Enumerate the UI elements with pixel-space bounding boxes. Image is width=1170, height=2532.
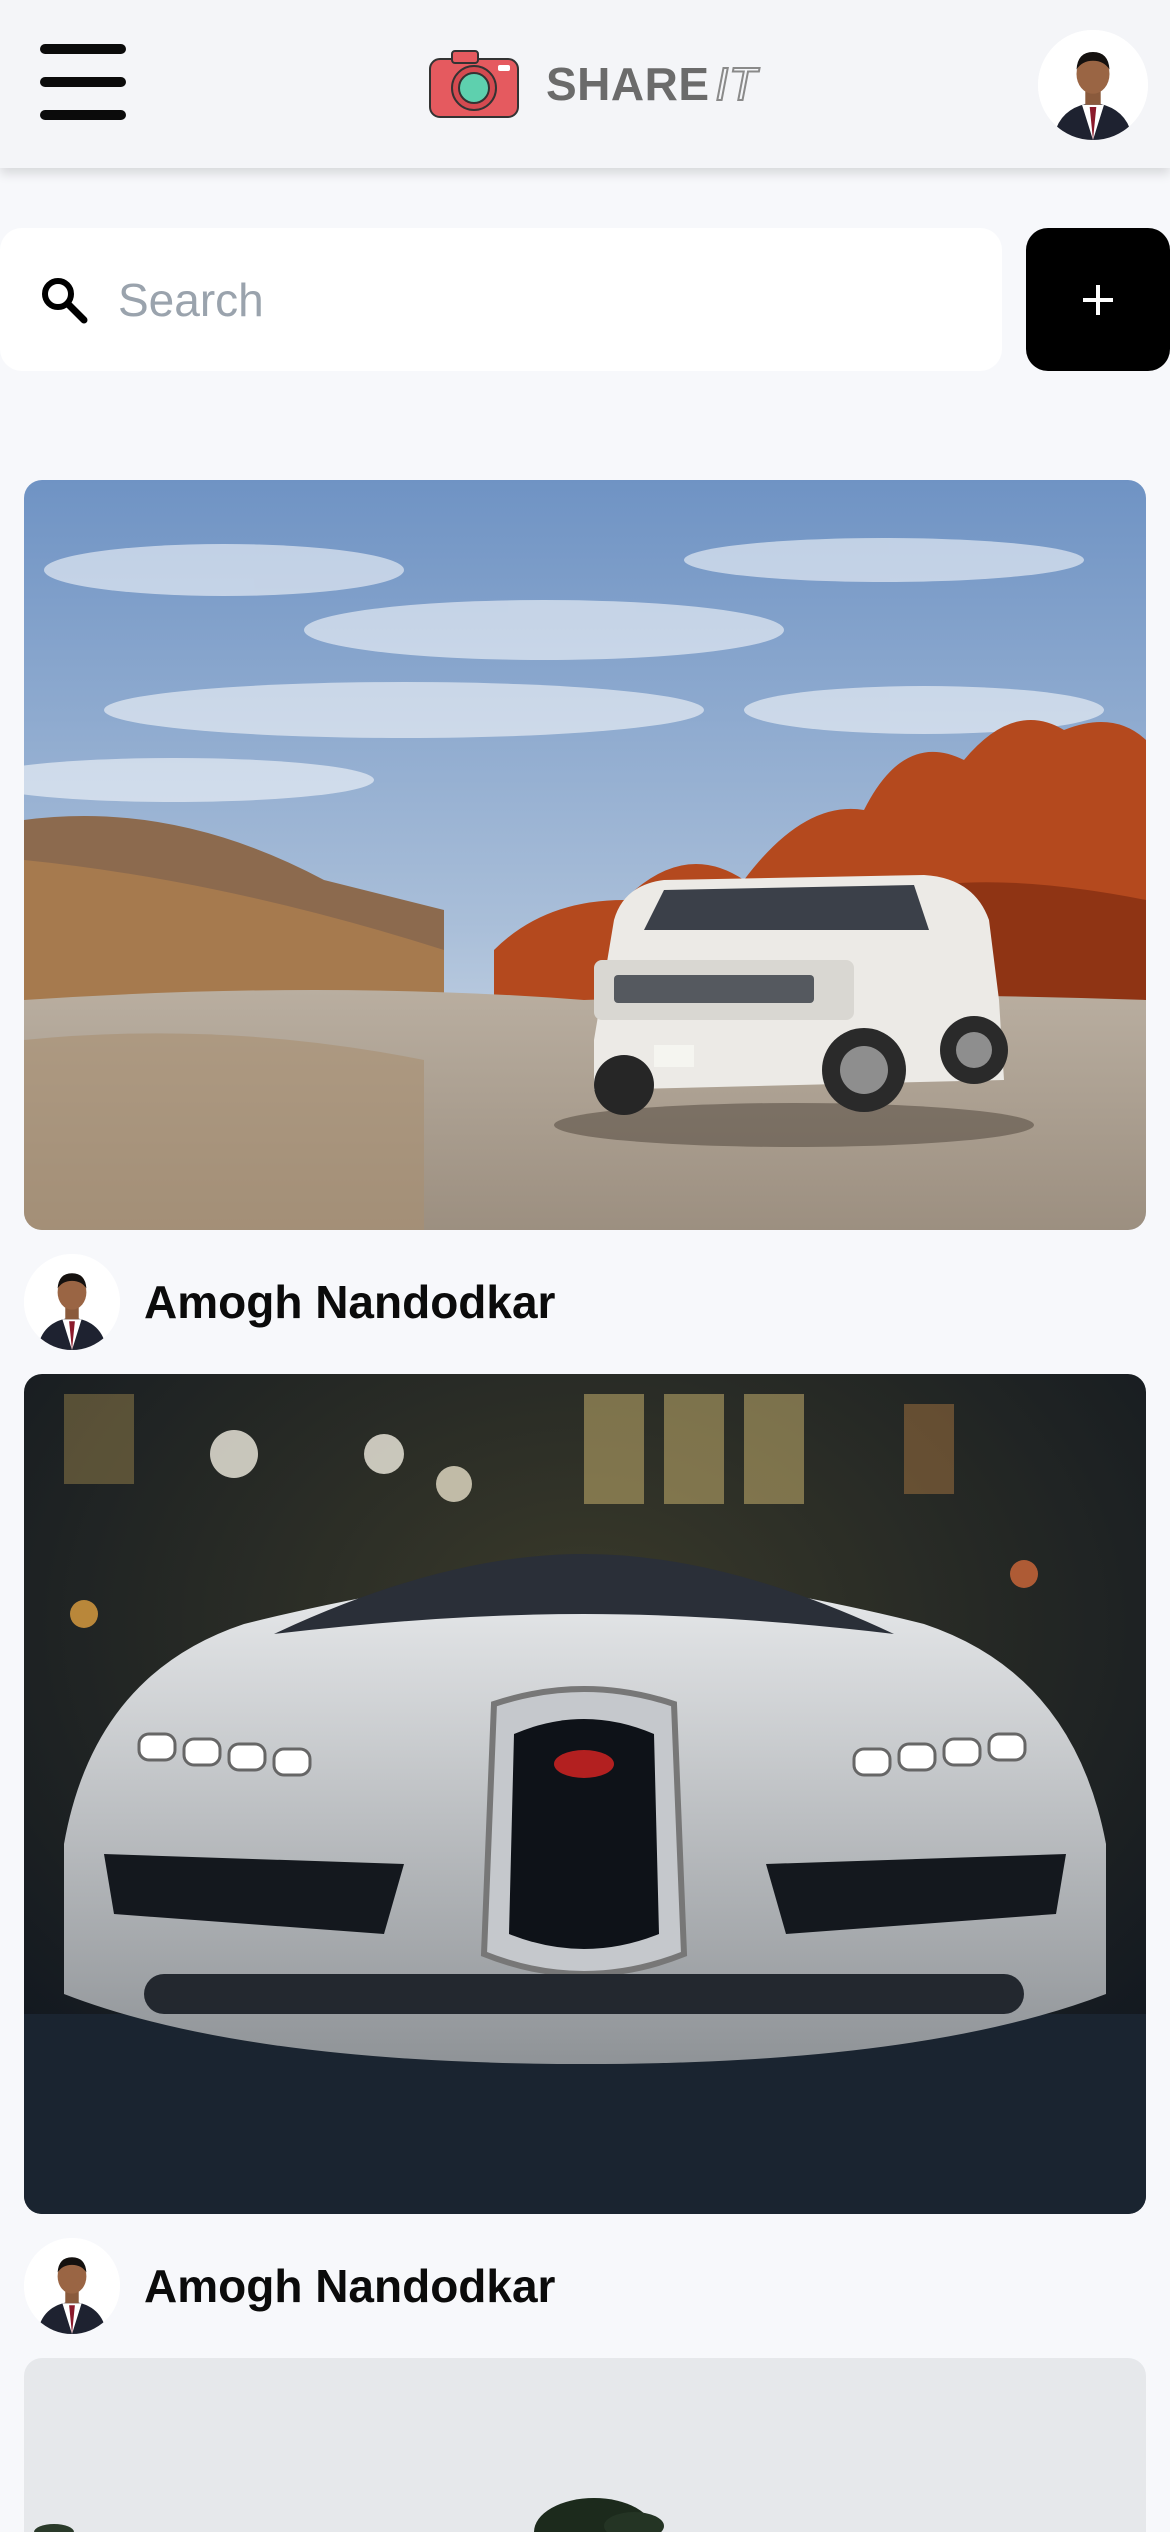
search-bar[interactable] (0, 228, 1002, 371)
post-image[interactable] (24, 1374, 1146, 2214)
logo-text-suffix: IT (715, 57, 758, 111)
author-name[interactable]: Amogh Nandodkar (144, 2259, 555, 2313)
app-logo[interactable]: SHARE IT (428, 46, 758, 122)
post-author[interactable]: Amogh Nandodkar (24, 2236, 555, 2336)
app-header: SHARE IT (0, 0, 1170, 168)
camera-icon (429, 50, 519, 118)
menu-bar (40, 44, 126, 54)
suv-desert-image (24, 480, 1146, 1230)
avatar-image (24, 2238, 120, 2334)
add-post-button[interactable] (1026, 228, 1170, 371)
avatar-image (1038, 30, 1148, 140)
avatar[interactable] (24, 2238, 120, 2334)
avatar[interactable] (24, 1254, 120, 1350)
search-icon (42, 278, 88, 324)
hamburger-menu-icon[interactable] (40, 44, 126, 120)
logo-text: SHARE IT (546, 57, 758, 111)
profile-avatar[interactable] (1038, 30, 1148, 140)
logo-text-primary: SHARE (546, 58, 710, 110)
author-name[interactable]: Amogh Nandodkar (144, 1275, 555, 1329)
supercar-image (24, 1374, 1146, 2214)
menu-bar (40, 110, 126, 120)
search-input[interactable] (118, 258, 958, 342)
post-image[interactable] (24, 480, 1146, 1230)
post-image[interactable] (24, 2358, 1146, 2532)
post-author[interactable]: Amogh Nandodkar (24, 1252, 555, 1352)
avatar-image (24, 1254, 120, 1350)
overcast-sky-image (24, 2358, 1146, 2532)
menu-bar (40, 77, 126, 87)
